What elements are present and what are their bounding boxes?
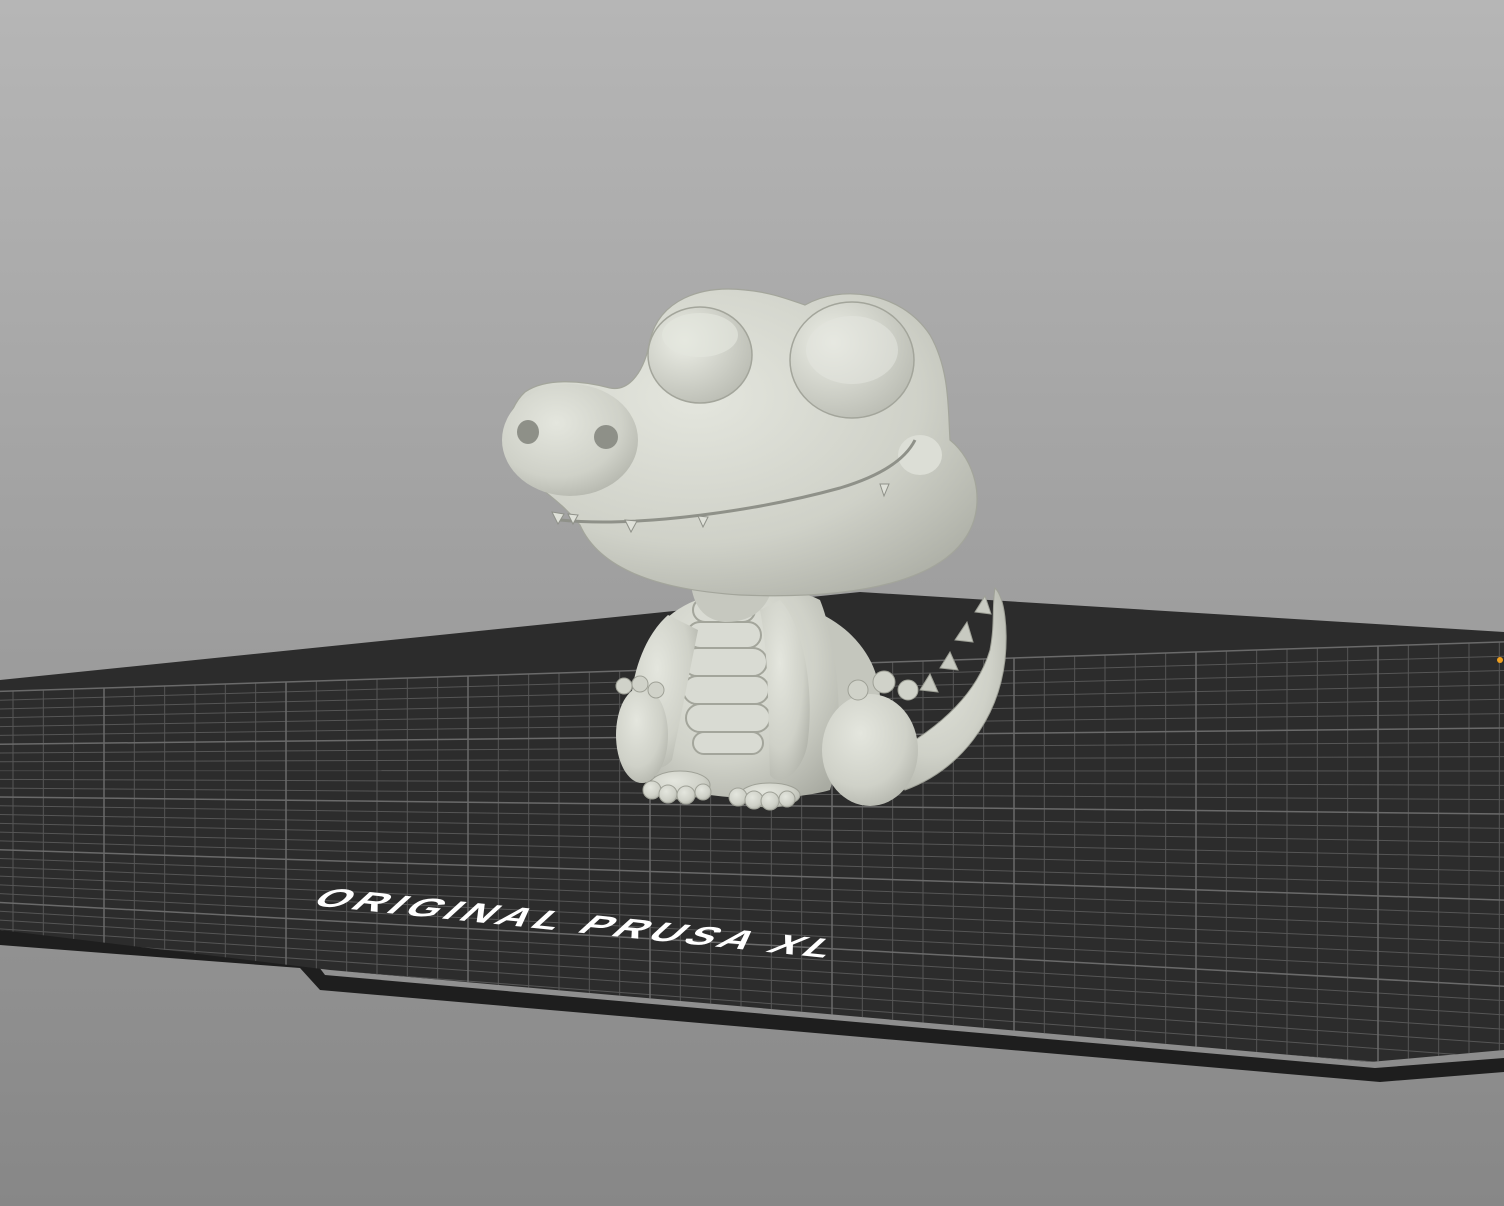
left-nostril-icon xyxy=(517,420,539,444)
model-right-leg xyxy=(822,694,918,806)
3d-viewport[interactable]: ORIGINAL PRUSA XL xyxy=(0,0,1504,1206)
right-nostril-icon xyxy=(594,425,618,449)
left-eyelid xyxy=(662,313,738,357)
scene-canvas[interactable]: ORIGINAL PRUSA XL xyxy=(0,0,1504,1206)
model-left-leg xyxy=(616,687,668,783)
axis-origin-icon xyxy=(1497,657,1503,663)
right-eyelid xyxy=(806,316,898,384)
